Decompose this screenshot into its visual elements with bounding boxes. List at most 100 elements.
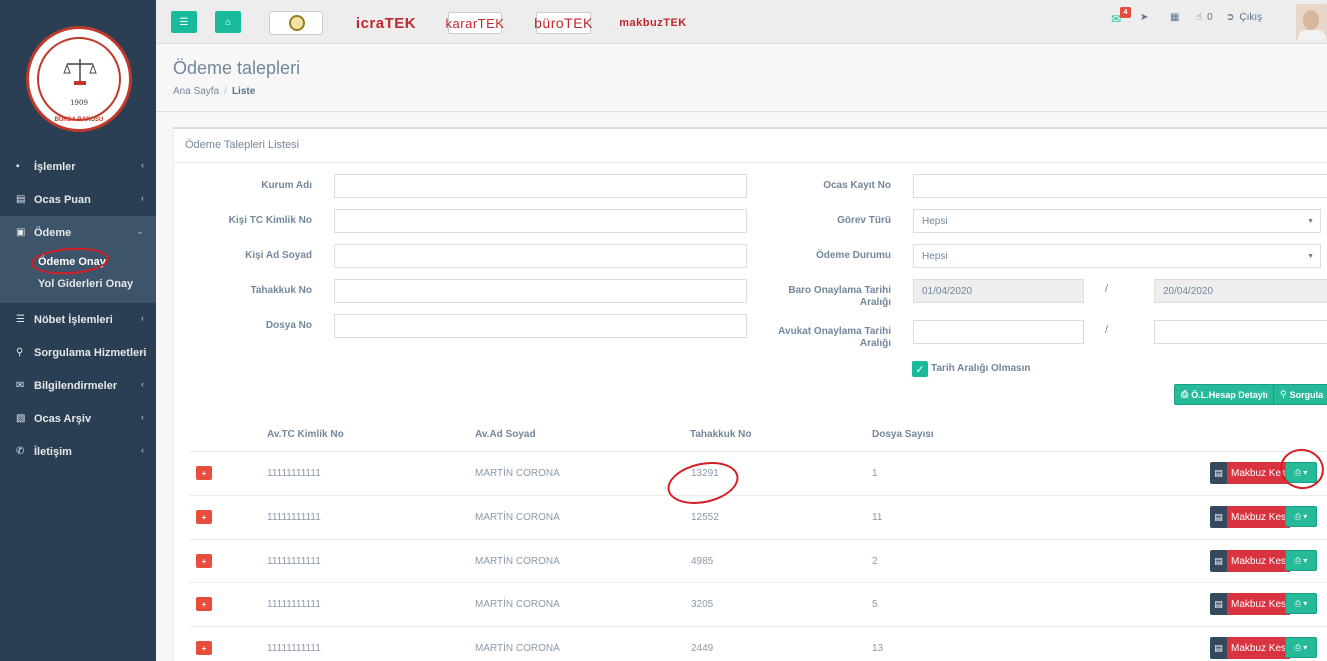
brand-icratek[interactable]: icraTEK <box>356 12 416 34</box>
expand-row-button[interactable]: + <box>196 554 212 568</box>
makbuz-kes-button[interactable]: ▤ Makbuz Kes <box>1210 550 1291 572</box>
bar-association-logo[interactable]: 1909 BURSA BAROSU <box>26 26 132 132</box>
sidebar-item-bilgilendirmeler[interactable]: ✉ Bilgilendirmeler ‹ <box>0 369 156 402</box>
print-dropdown-button[interactable]: ⎙ ▾ <box>1285 506 1317 527</box>
bullhorn-icon[interactable]: ➤ <box>1140 12 1148 23</box>
file-icon: ▤ <box>1210 462 1227 484</box>
panel-divider <box>174 162 1327 163</box>
sidebar-item-ocas-arsiv[interactable]: ▧ Ocas Arşiv ‹ <box>0 402 156 435</box>
makbuz-kes-label: Makbuz Kes <box>1227 593 1291 615</box>
brand-burotek[interactable]: büroTEK <box>534 12 592 34</box>
envelope-icon: ✉ <box>16 380 25 391</box>
cell-tc: 11111111111 <box>267 512 321 523</box>
avatar-body <box>1298 30 1326 40</box>
notification-badge: 4 <box>1120 7 1131 18</box>
calendar-icon[interactable]: ▦ <box>1170 12 1179 23</box>
archive-icon: ▧ <box>16 413 26 424</box>
sidebar-item-nobet-islemleri[interactable]: ☰ Nöbet İşlemleri ‹ <box>0 303 156 336</box>
sidebar-subitem-yol-giderleri-onay[interactable]: Yol Giderleri Onay <box>0 273 156 295</box>
avukat-end-date-input[interactable] <box>1154 320 1327 344</box>
cell-tc: 11111111111 <box>267 556 321 567</box>
sidebar: 1909 BURSA BAROSU ▪ İşlemler ‹ ▤ Ocas Pu… <box>0 0 156 661</box>
odeme-durumu-select[interactable]: Hepsi ▼ <box>913 244 1321 268</box>
cell-ad-soyad: MARTİN CORONA <box>475 468 560 479</box>
kurum-adi-input[interactable] <box>334 174 747 198</box>
label-odeme-durumu: Ödeme Durumu <box>815 250 891 261</box>
counter-link[interactable]: ☝ 0 <box>1196 12 1213 23</box>
sidebar-item-ocas-puan[interactable]: ▤ Ocas Puan ‹ <box>0 183 156 216</box>
menu-toggle-button[interactable]: ☰ <box>171 11 197 33</box>
dosya-no-input[interactable] <box>334 314 747 338</box>
label-ocas-kayit-no: Ocas Kayıt No <box>823 180 891 191</box>
brand-karartek[interactable]: kararTEK <box>446 12 504 34</box>
sidebar-item-label: İşlemler <box>34 160 76 173</box>
sidebar-item-label: Ödeme <box>34 226 72 239</box>
avukat-start-date-input[interactable] <box>913 320 1084 344</box>
ministry-seal-logo[interactable] <box>269 11 323 35</box>
makbuz-kes-button[interactable]: ▤ Makbuz Kes <box>1210 462 1291 484</box>
top-navbar: ☰ ⌂ icraTEK kararTEK büroTEK makbuzTEK ✉… <box>156 0 1327 44</box>
home-button[interactable]: ⌂ <box>215 11 241 33</box>
makbuz-kes-label: Makbuz Kes <box>1227 550 1291 572</box>
cell-dosya-sayisi: 11 <box>872 512 883 523</box>
hesap-detayli-button[interactable]: ⎙ Ö.L.Hesap Detaylı <box>1174 384 1275 405</box>
folder-icon: ▪ <box>16 161 20 172</box>
caret-down-icon: ▼ <box>1307 253 1314 260</box>
sidebar-item-odeme[interactable]: ▣ Ödeme ⌄ <box>0 216 156 249</box>
logout-link[interactable]: ➲ Çıkış <box>1226 12 1262 23</box>
label-tahakkuk-no: Tahakkuk No <box>250 285 313 296</box>
column-header-tc[interactable]: Av.TC Kimlik No <box>267 429 344 440</box>
cell-dosya-sayisi: 5 <box>872 599 878 610</box>
odeme-durumu-value: Hepsi <box>922 250 948 262</box>
table-row: + 11111111111 MARTİN CORONA 13291 1 ▤ Ma… <box>189 451 1327 495</box>
counter-value: 0 <box>1207 12 1213 23</box>
column-header-tahakkuk[interactable]: Tahakkuk No <box>690 429 752 440</box>
expand-row-button[interactable]: + <box>196 466 212 480</box>
column-header-ad-soyad[interactable]: Av.Ad Soyad <box>475 429 536 440</box>
date-range-separator: / <box>1105 324 1109 336</box>
makbuz-kes-button[interactable]: ▤ Makbuz Kes <box>1210 637 1291 659</box>
chevron-left-icon: ‹ <box>141 412 144 422</box>
hamburger-icon: ☰ <box>179 16 189 28</box>
brand-makbuztek[interactable]: makbuzTEK <box>619 12 686 34</box>
chevron-left-icon: ‹ <box>141 160 144 170</box>
print-dropdown-button[interactable]: ⎙ ▾ <box>1285 637 1317 658</box>
print-dropdown-button[interactable]: ⎙ ▾ <box>1285 593 1317 614</box>
tahakkuk-no-input[interactable] <box>334 279 747 303</box>
expand-row-button[interactable]: + <box>196 597 212 611</box>
sidebar-item-label: Bilgilendirmeler <box>34 379 118 392</box>
table-row: + 11111111111 MARTİN CORONA 2449 13 ▤ Ma… <box>189 626 1327 661</box>
sidebar-item-islemler[interactable]: ▪ İşlemler ‹ <box>0 150 156 183</box>
tarih-araligi-olmasin-checkbox[interactable]: ✓ <box>912 361 928 377</box>
breadcrumb: Ana Sayfa / Liste <box>173 86 255 97</box>
kisi-tc-input[interactable] <box>334 209 747 233</box>
tarih-araligi-olmasin-label[interactable]: Tarih Aralığı Olmasın <box>931 363 1030 374</box>
sidebar-item-iletisim[interactable]: ✆ İletişim ‹ <box>0 435 156 468</box>
panel-title: Ödeme Talepleri Listesi <box>185 139 300 151</box>
ocas-kayit-no-input[interactable] <box>913 174 1327 198</box>
breadcrumb-home[interactable]: Ana Sayfa <box>173 86 219 97</box>
sorgula-button[interactable]: ⚲ Sorgula <box>1273 384 1327 405</box>
sorgula-label: Sorgula <box>1289 389 1324 400</box>
expand-row-button[interactable]: + <box>196 510 212 524</box>
kisi-ad-soyad-input[interactable] <box>334 244 747 268</box>
hand-icon: ☝ <box>1196 12 1203 23</box>
gorev-turu-select[interactable]: Hepsi ▼ <box>913 209 1321 233</box>
sidebar-item-label: Sorgulama Hizmetleri <box>34 346 147 359</box>
makbuz-kes-button[interactable]: ▤ Makbuz Kes <box>1210 506 1291 528</box>
baro-end-date-input[interactable]: 20/04/2020 <box>1154 279 1327 303</box>
chevron-left-icon: ‹ <box>141 346 144 356</box>
home-icon: ⌂ <box>224 16 232 28</box>
column-header-dosya-sayisi[interactable]: Dosya Sayısı <box>872 429 934 440</box>
label-dosya-no: Dosya No <box>265 320 312 331</box>
label-gorev-turu: Görev Türü <box>837 215 891 226</box>
sidebar-item-sorgulama-hizmetleri[interactable]: ⚲ Sorgulama Hizmetleri ‹ <box>0 336 156 369</box>
expand-row-button[interactable]: + <box>196 641 212 655</box>
baro-start-date-input[interactable]: 01/04/2020 <box>913 279 1084 303</box>
print-dropdown-button[interactable]: ⎙ ▾ <box>1285 550 1317 571</box>
makbuz-kes-button[interactable]: ▤ Makbuz Kes <box>1210 593 1291 615</box>
label-line-1: Baro Onaylama Tarihi <box>788 285 891 296</box>
table-row: + 11111111111 MARTİN CORONA 4985 2 ▤ Mak… <box>189 539 1327 583</box>
user-avatar[interactable] <box>1296 4 1327 40</box>
chevron-left-icon: ‹ <box>141 379 144 389</box>
